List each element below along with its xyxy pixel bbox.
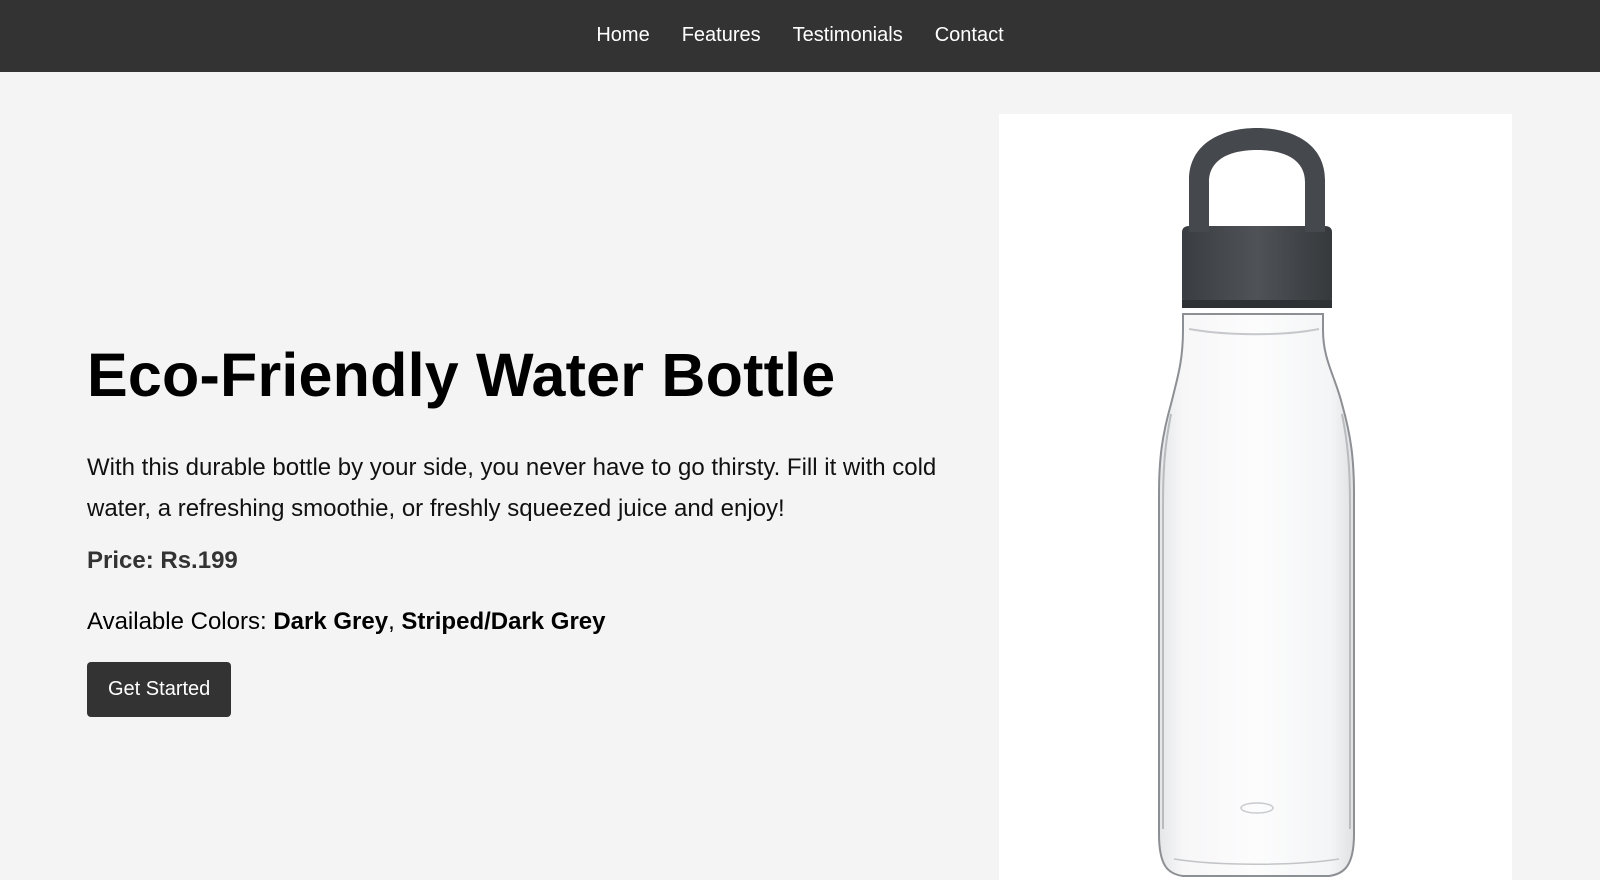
nav-link-home[interactable]: Home (596, 24, 649, 47)
bottle-handle (1189, 128, 1325, 232)
water-bottle-image (1158, 128, 1355, 877)
colors-separator: , (388, 608, 402, 635)
hero-section: Eco-Friendly Water Bottle With this dura… (87, 335, 997, 717)
available-colors: Available Colors: Dark Grey, Striped/Dar… (87, 607, 997, 637)
bottle-cap (1182, 226, 1332, 308)
color-option-dark-grey: Dark Grey (273, 608, 389, 635)
color-option-striped-dark-grey: Striped/Dark Grey (401, 608, 606, 635)
hero-title: Eco-Friendly Water Bottle (87, 341, 836, 409)
hero-description: With this durable bottle by your side, y… (87, 454, 937, 522)
get-started-button[interactable]: Get Started (87, 662, 232, 717)
nav-link-testimonials[interactable]: Testimonials (793, 24, 903, 47)
price-label: Price: Rs.199 (87, 547, 238, 574)
product-image-panel (999, 114, 1512, 880)
colors-prefix: Available Colors: (87, 608, 274, 635)
bottle-body (1158, 313, 1355, 877)
nav-link-contact[interactable]: Contact (935, 24, 1004, 47)
nav-link-features[interactable]: Features (682, 24, 761, 47)
top-navbar: Home Features Testimonials Contact (0, 0, 1600, 72)
